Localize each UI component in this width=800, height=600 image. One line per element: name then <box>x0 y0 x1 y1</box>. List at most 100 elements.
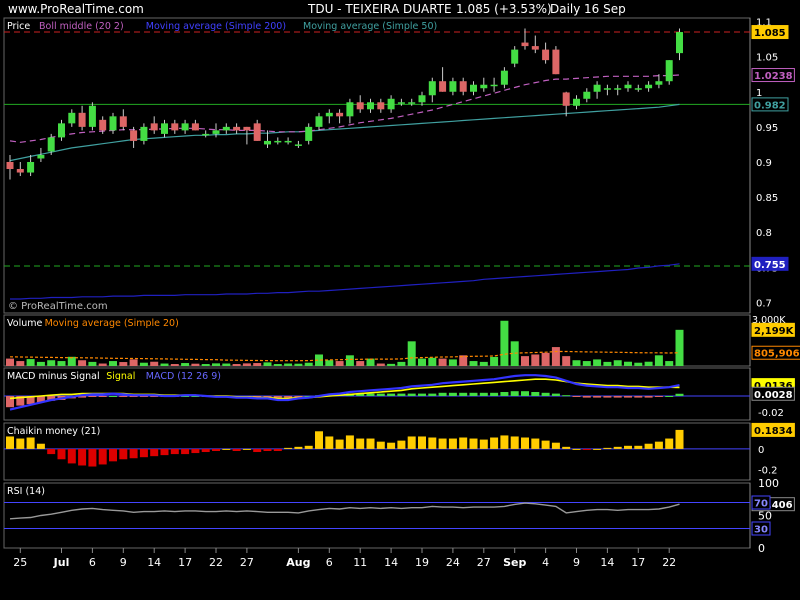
candle-body <box>542 49 550 61</box>
volume-bar <box>675 329 684 366</box>
volume-bar <box>356 361 365 366</box>
x-tick-label-16: 4 <box>542 556 549 569</box>
candle-body <box>253 123 261 141</box>
chaikin-bar <box>459 437 468 449</box>
x-tick-label-8: Aug <box>286 556 310 569</box>
x-tick-label-5: 17 <box>178 556 192 569</box>
chaikin-bar <box>572 448 581 450</box>
candle-body <box>408 102 416 104</box>
candle-body <box>449 81 457 92</box>
macd-histogram-bar <box>88 396 97 397</box>
chaikin-bar <box>170 448 179 455</box>
macd-histogram-bar <box>490 392 499 396</box>
x-tick-label-2: 6 <box>89 556 96 569</box>
volume-bar <box>665 361 674 366</box>
x-tick-label-19: 17 <box>631 556 645 569</box>
watermark: © ProRealTime.com <box>8 301 108 312</box>
candle-body <box>58 123 65 138</box>
macd-histogram-bar <box>418 393 426 396</box>
chaikin-bar <box>345 435 354 449</box>
chaikin-bar <box>181 448 190 455</box>
volume-bar <box>582 361 591 366</box>
volume-bar <box>551 347 560 366</box>
x-tick-label-12: 19 <box>415 556 429 569</box>
macd-histogram-bar <box>531 392 540 396</box>
site-name[interactable]: www.ProRealTime.com <box>8 2 144 16</box>
chart-date: 16 Sep <box>584 2 626 16</box>
chaikin-y-tick-0: 0 <box>758 445 764 456</box>
stock-chart: www.ProRealTime.com TDU - TEIXEIRA DUART… <box>0 0 800 600</box>
volume-bar <box>654 355 663 366</box>
candle-body <box>140 126 148 141</box>
candle-body <box>150 123 158 131</box>
macd-histogram-bar <box>541 392 550 396</box>
volume-bar <box>613 360 622 366</box>
x-tick-label-4: 14 <box>147 556 161 569</box>
chaikin-bar <box>551 442 560 449</box>
candle-body <box>88 105 96 127</box>
price-panel-label: Price <box>7 21 30 32</box>
candle-body <box>593 84 601 92</box>
price-value-badge-text-3: 0.755 <box>754 260 786 271</box>
macd-histogram-bar <box>397 393 406 396</box>
price-legend-1: Moving average (Simple 200) <box>146 21 286 32</box>
volume-panel-label: Volume <box>7 318 42 329</box>
volume-bar <box>418 358 426 366</box>
volume-bar <box>222 363 231 366</box>
candle-body <box>511 49 519 64</box>
macd-y-tick-1: -0.02 <box>758 408 784 419</box>
macd-histogram-bar <box>448 392 457 396</box>
volume-bar <box>345 355 354 366</box>
volume-bar <box>521 356 529 366</box>
chaikin-bar <box>654 441 663 449</box>
volume-bar <box>448 359 457 366</box>
chaikin-value-badge-text-0: 0.1834 <box>754 426 793 437</box>
macd-histogram-bar <box>613 396 622 398</box>
price-y-tick-2: 1 <box>756 88 762 99</box>
price-value-badge-text-2: 0.982 <box>754 100 786 111</box>
volume-bar <box>634 362 643 366</box>
candle-body <box>233 126 241 131</box>
macd-histogram-bar <box>551 393 560 396</box>
chaikin-bar <box>315 431 323 449</box>
volume-bar <box>263 362 272 366</box>
candle-body <box>377 102 385 110</box>
volume-bar <box>191 363 200 366</box>
chaikin-bar <box>376 441 385 449</box>
chaikin-bar <box>191 448 200 454</box>
chaikin-bar <box>541 440 550 449</box>
volume-bar <box>572 360 581 366</box>
chart-period: Daily <box>550 2 580 16</box>
macd-histogram-bar <box>510 391 519 396</box>
volume-bar <box>603 361 612 366</box>
volume-bar <box>98 363 107 366</box>
rsi-panel-label: RSI (14) <box>7 486 45 497</box>
x-tick-label-0: 25 <box>13 556 27 569</box>
candle-body <box>191 123 199 131</box>
volume-bar <box>438 358 447 366</box>
x-tick-label-1: Jul <box>53 556 70 569</box>
candle-body <box>346 102 354 117</box>
candle-body <box>500 70 508 85</box>
volume-bar <box>129 359 138 366</box>
chaikin-bar <box>675 429 684 449</box>
candle-body <box>336 112 344 117</box>
candle-body <box>274 140 282 143</box>
chaikin-bar <box>273 448 282 451</box>
candle-body <box>27 161 35 173</box>
volume-bar <box>150 361 159 366</box>
chaikin-bar <box>222 448 231 450</box>
chaikin-bar <box>613 446 622 449</box>
volume-value-badge-text-1: 805,906 <box>754 349 800 360</box>
chaikin-bar <box>418 436 426 449</box>
chaikin-bar <box>562 446 571 449</box>
chaikin-bar <box>88 448 97 467</box>
volume-bar <box>479 361 488 366</box>
candle-body <box>68 112 76 124</box>
x-tick-label-20: 22 <box>662 556 676 569</box>
macd-histogram-bar <box>634 396 643 398</box>
chaikin-bar <box>139 448 148 458</box>
chaikin-bar <box>304 445 313 449</box>
macd-histogram-bar <box>644 396 653 398</box>
candle-body <box>284 140 292 143</box>
